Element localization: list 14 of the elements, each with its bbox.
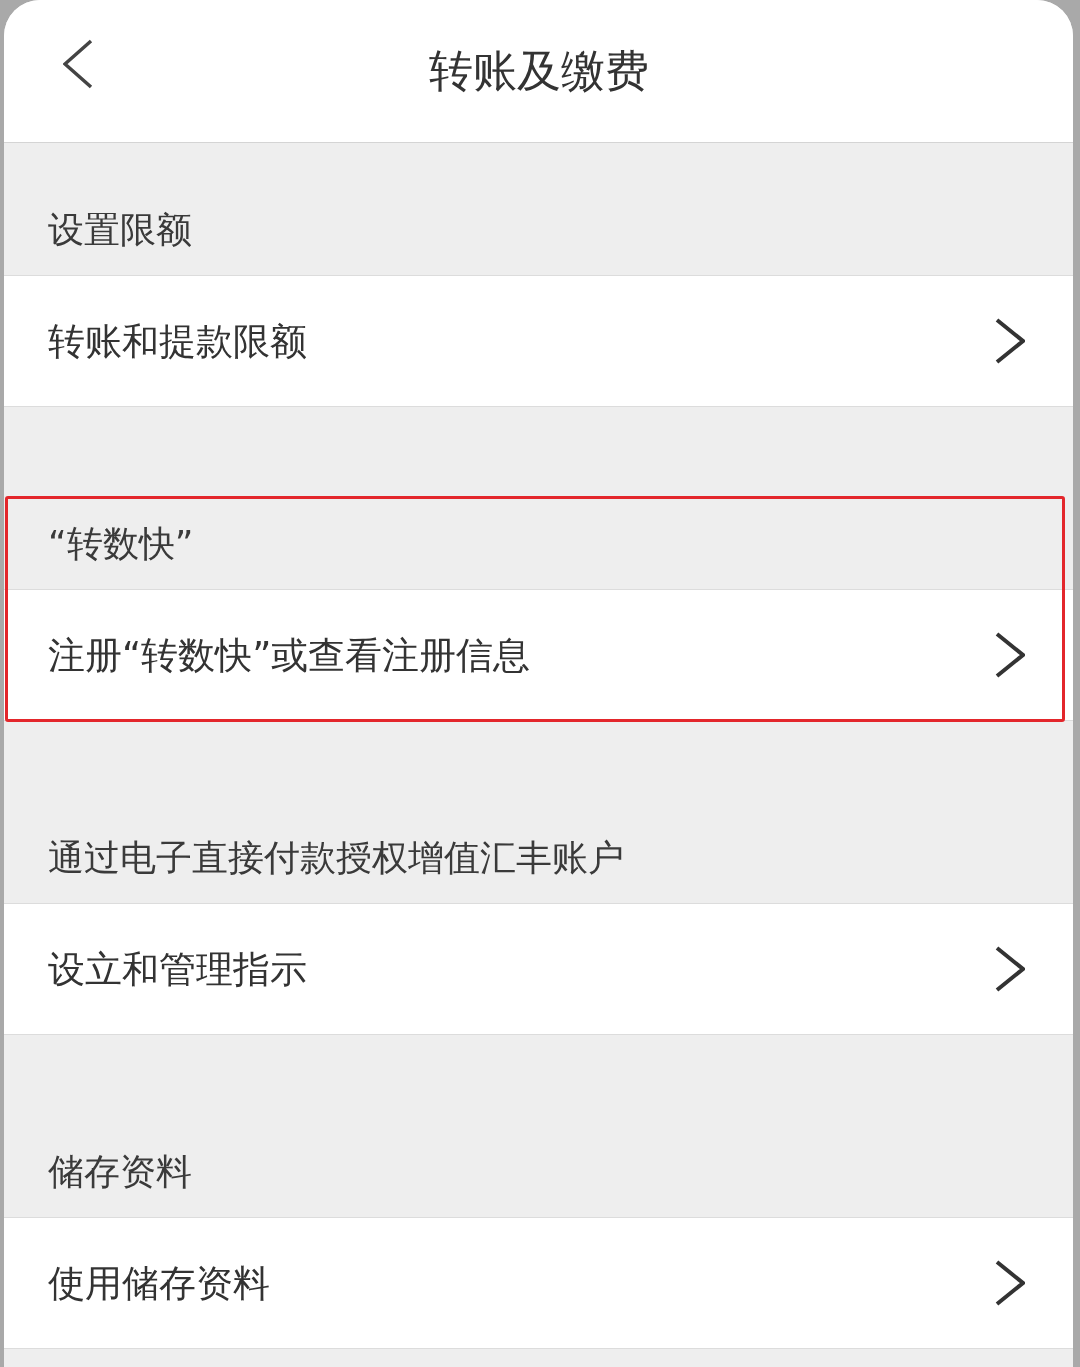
chevron-right-icon bbox=[995, 1260, 1025, 1306]
chevron-right-icon bbox=[995, 632, 1025, 678]
menu-row[interactable]: 设立和管理指示 bbox=[4, 903, 1073, 1035]
page-title: 转账及缴费 bbox=[428, 49, 649, 93]
menu-row[interactable]: 注册“转数快”或查看注册信息 bbox=[4, 589, 1073, 721]
section-heading: 设置限额 bbox=[48, 212, 192, 248]
section-heading: 储存资料 bbox=[48, 1154, 192, 1190]
chevron-left-icon bbox=[63, 39, 93, 89]
menu-row[interactable]: 转账和提款限额 bbox=[4, 275, 1073, 407]
chevron-right-icon bbox=[995, 946, 1025, 992]
chevron-right-icon bbox=[995, 318, 1025, 364]
section-heading: 通过电子直接付款授权增值汇丰账户 bbox=[48, 840, 624, 876]
section-heading: “转数快” bbox=[48, 526, 194, 562]
menu-row[interactable]: 使用储存资料 bbox=[4, 1217, 1073, 1349]
